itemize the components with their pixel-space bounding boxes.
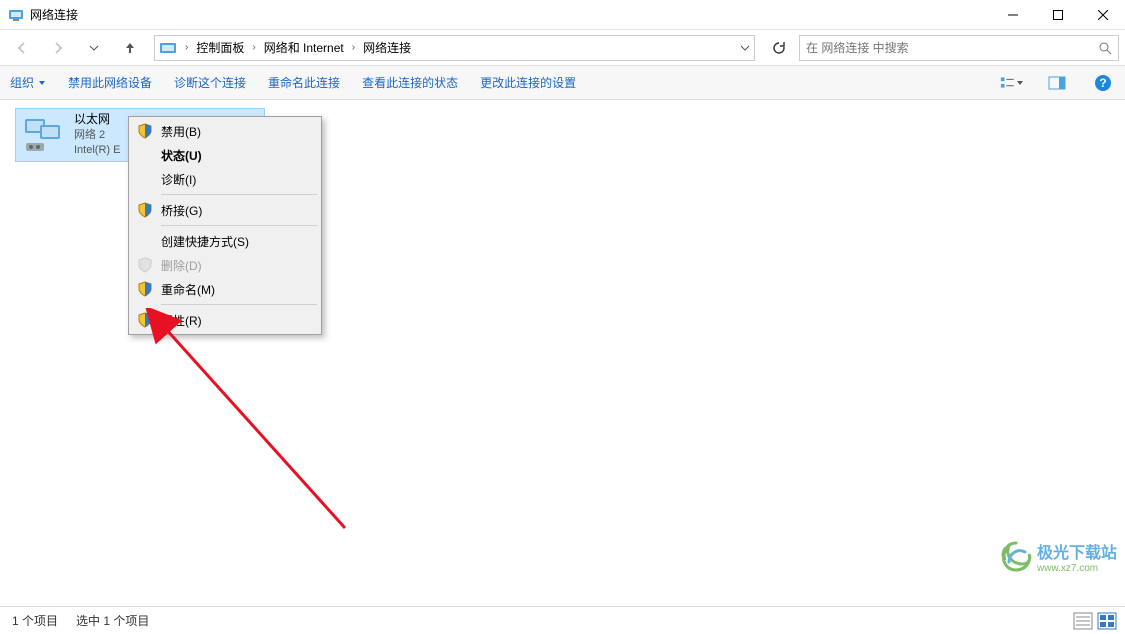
adapter-model: Intel(R) E (74, 143, 120, 158)
help-button[interactable]: ? (1091, 71, 1115, 95)
location-icon (159, 39, 177, 57)
annotation-arrow (145, 308, 365, 548)
change-settings-action[interactable]: 更改此连接的设置 (480, 74, 576, 91)
watermark-title: 极光下载站 (1037, 539, 1117, 563)
refresh-button[interactable] (763, 34, 795, 62)
menu-status[interactable]: 状态(U) (131, 143, 319, 167)
menu-diagnose-label: 诊断(I) (161, 171, 196, 188)
watermark-url: www.xz7.com (1037, 563, 1117, 574)
watermark-logo (999, 540, 1033, 574)
menu-disable-label: 禁用(B) (161, 123, 201, 140)
menu-separator (161, 225, 317, 226)
app-icon (8, 7, 24, 23)
svg-text:?: ? (1099, 76, 1106, 90)
adapter-name: 以太网 (74, 111, 120, 128)
menu-delete: 删除(D) (131, 253, 319, 277)
maximize-button[interactable] (1035, 0, 1080, 30)
shield-icon (137, 281, 153, 297)
close-button[interactable] (1080, 0, 1125, 30)
shield-icon (137, 257, 153, 273)
context-menu: 禁用(B) 状态(U) 诊断(I) 桥接(G) 创建快捷方式(S) 删除(D) … (128, 116, 322, 335)
up-button[interactable] (114, 34, 146, 62)
large-icons-view-button[interactable] (1097, 612, 1117, 630)
minimize-button[interactable] (990, 0, 1035, 30)
details-view-button[interactable] (1073, 612, 1093, 630)
view-options-button[interactable] (999, 71, 1023, 95)
menu-properties[interactable]: 属性(R) (131, 308, 319, 332)
breadcrumb-separator: › (181, 42, 192, 53)
diagnose-action[interactable]: 诊断这个连接 (174, 74, 246, 91)
breadcrumb-separator: › (348, 42, 359, 53)
disable-device-action[interactable]: 禁用此网络设备 (68, 74, 152, 91)
search-box[interactable] (799, 35, 1119, 61)
window-controls (990, 0, 1125, 30)
organize-menu[interactable]: 组织 (10, 74, 46, 91)
watermark: 极光下载站 www.xz7.com (999, 539, 1117, 574)
ethernet-icon (22, 115, 66, 155)
address-dropdown-icon[interactable] (740, 43, 750, 53)
status-bar: 1 个项目 选中 1 个项目 (0, 606, 1125, 634)
breadcrumb-item[interactable]: 网络和 Internet (260, 39, 348, 56)
breadcrumb-item[interactable]: 网络连接 (359, 39, 415, 56)
menu-separator (161, 194, 317, 195)
menu-bridge[interactable]: 桥接(G) (131, 198, 319, 222)
search-icon[interactable] (1098, 41, 1112, 55)
organize-label: 组织 (10, 74, 34, 91)
shield-icon (137, 202, 153, 218)
menu-properties-label: 属性(R) (161, 312, 202, 329)
view-status-action[interactable]: 查看此连接的状态 (362, 74, 458, 91)
breadcrumb-separator: › (248, 42, 259, 53)
menu-create-shortcut[interactable]: 创建快捷方式(S) (131, 229, 319, 253)
title-bar: 网络连接 (0, 0, 1125, 30)
network-name: 网络 2 (74, 128, 120, 143)
preview-pane-button[interactable] (1045, 71, 1069, 95)
selected-count: 选中 1 个项目 (76, 612, 149, 629)
menu-create-shortcut-label: 创建快捷方式(S) (161, 233, 249, 250)
recent-locations-button[interactable] (78, 34, 110, 62)
shield-icon (137, 123, 153, 139)
menu-disable[interactable]: 禁用(B) (131, 119, 319, 143)
menu-delete-label: 删除(D) (161, 257, 202, 274)
item-count: 1 个项目 (12, 612, 58, 629)
breadcrumb-item[interactable]: 控制面板 (192, 39, 248, 56)
navigation-bar: › 控制面板 › 网络和 Internet › 网络连接 (0, 30, 1125, 66)
menu-rename[interactable]: 重命名(M) (131, 277, 319, 301)
menu-separator (161, 304, 317, 305)
menu-bridge-label: 桥接(G) (161, 202, 202, 219)
menu-rename-label: 重命名(M) (161, 281, 215, 298)
network-adapter-text: 以太网 网络 2 Intel(R) E (74, 111, 120, 159)
back-button[interactable] (6, 34, 38, 62)
search-input[interactable] (806, 41, 1098, 55)
shield-icon (137, 312, 153, 328)
command-bar: 组织 禁用此网络设备 诊断这个连接 重命名此连接 查看此连接的状态 更改此连接的… (0, 66, 1125, 100)
address-bar[interactable]: › 控制面板 › 网络和 Internet › 网络连接 (154, 35, 755, 61)
rename-action[interactable]: 重命名此连接 (268, 74, 340, 91)
content-area: 以太网 网络 2 Intel(R) E 禁用(B) 状态(U) 诊断(I) 桥接… (0, 100, 1125, 604)
window-title: 网络连接 (30, 6, 990, 23)
menu-status-label: 状态(U) (161, 147, 202, 164)
forward-button[interactable] (42, 34, 74, 62)
menu-diagnose[interactable]: 诊断(I) (131, 167, 319, 191)
